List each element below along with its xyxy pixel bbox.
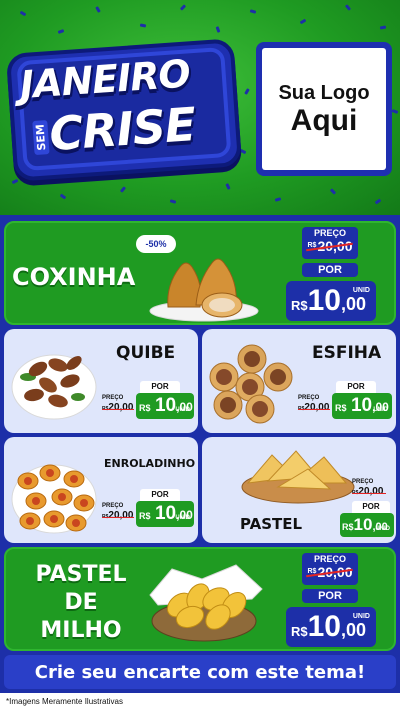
- old-price-tag: PREÇO R$20,00: [102, 503, 134, 521]
- card-coxinha: COXINHA -50% PREÇO R$20,00 POR R$10,00 U…: [4, 221, 396, 325]
- old-price-tag: PREÇO R$20,00: [298, 395, 330, 413]
- badge-sem-label: SEM: [32, 119, 50, 156]
- badge-title-line2: CRISE: [47, 97, 197, 162]
- product-name: PASTEL: [240, 515, 303, 533]
- por-label: POR: [302, 263, 358, 277]
- cta-banner[interactable]: Crie seu encarte com este tema!: [4, 655, 396, 689]
- por-label: POR: [140, 489, 180, 501]
- old-price-tag: PREÇO R$20,00: [102, 395, 134, 413]
- product-name: QUIBE: [116, 343, 176, 363]
- card-quibe: QUIBE POR PREÇO R$20,00 R$ 10,00 UNID: [4, 329, 198, 433]
- new-price: R$ 10,00 UNID: [332, 393, 392, 419]
- old-price-tag: PREÇO R$20,00: [302, 227, 358, 259]
- card-enroladinho: ENROLADINHO POR PREÇO R$20,00 R$ 10,00 U…: [4, 437, 198, 543]
- logo-text-line1: Sua Logo: [278, 81, 370, 104]
- quibe-image: [11, 354, 97, 420]
- por-label: POR: [140, 381, 180, 393]
- logo-text-line2: Aqui: [290, 103, 358, 137]
- offers-panel: COXINHA -50% PREÇO R$20,00 POR R$10,00 U…: [0, 215, 400, 693]
- new-price: R$ 10,00 UNID: [136, 393, 194, 419]
- por-label: POR: [352, 501, 390, 513]
- product-name: ESFIHA: [312, 343, 382, 363]
- footer-disclaimer: *Imagens Meramente Ilustrativas: [6, 697, 123, 706]
- card-pastel-de-milho: PASTEL DE MILHO PREÇO R$20,00 POR R$10,0…: [4, 547, 396, 651]
- card-pastel: PASTEL PREÇO R$20,00 POR R$10,00 UNID: [202, 437, 396, 543]
- product-name: ENROLADINHO: [104, 457, 196, 470]
- header-banner: JANEIRO SEM CRISE Sua Logo Aqui: [0, 0, 400, 215]
- new-price: R$10,00 UNID: [286, 281, 376, 321]
- pastel-image: [241, 450, 355, 504]
- card-esfiha: ESFIHA POR PREÇO R$20,00 R$ 10,00 UNID: [202, 329, 396, 433]
- campaign-badge: JANEIRO SEM CRISE: [5, 38, 243, 182]
- por-label: POR: [302, 589, 358, 603]
- esfiha-image: [209, 344, 293, 424]
- old-price-tag: PREÇO R$20,00: [352, 479, 386, 499]
- old-price-tag: PREÇO R$20,00: [302, 553, 358, 585]
- coxinha-image: [149, 258, 259, 322]
- product-name: COXINHA: [12, 263, 136, 291]
- pastel-de-milho-image: [149, 564, 263, 642]
- new-price: R$10,00 UNID: [286, 607, 376, 647]
- new-price: R$10,00 UNID: [340, 513, 394, 537]
- product-name: PASTEL DE MILHO: [35, 562, 127, 643]
- new-price: R$ 10,00 UNID: [136, 501, 194, 527]
- por-label: POR: [336, 381, 376, 393]
- enroladinho-image: [11, 464, 97, 534]
- logo-placeholder: Sua Logo Aqui: [256, 42, 392, 176]
